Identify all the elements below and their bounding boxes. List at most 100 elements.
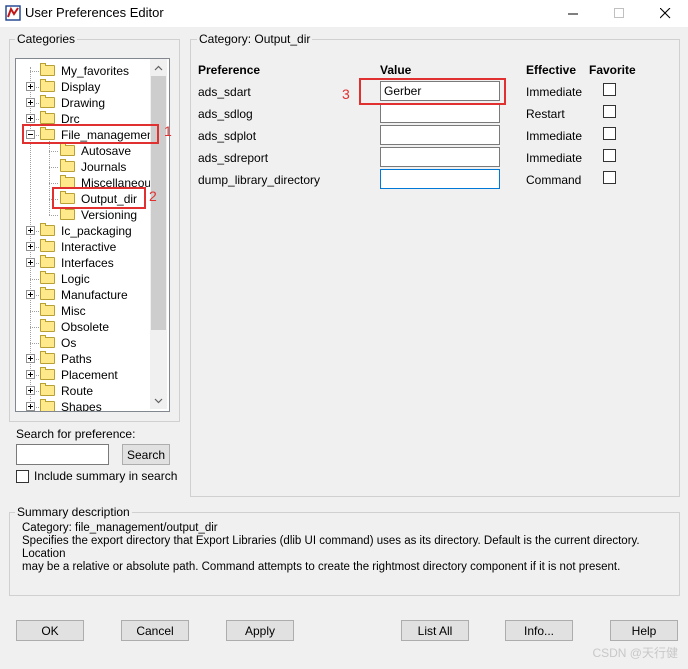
tree-item-label: Display [61,80,101,94]
effective-value: Command [526,173,582,187]
expand-icon[interactable] [26,354,35,363]
favorite-header: Favorite [589,63,636,77]
preference-name: ads_sdlog [198,107,253,121]
tree-item[interactable]: My_favorites [16,63,166,79]
include-summary-checkbox[interactable] [16,470,29,483]
folder-icon [40,287,55,300]
folder-icon [40,255,55,268]
preference-value-input[interactable] [380,169,500,189]
favorite-checkbox[interactable] [603,171,616,184]
expand-icon[interactable] [26,114,35,123]
close-icon [659,8,670,19]
tree-connector [49,167,58,168]
tree-item[interactable]: Interactive [16,239,166,255]
tree-connector [30,311,39,312]
preference-name: ads_sdart [198,85,251,99]
value-header: Value [380,63,412,77]
ok-button[interactable]: OK [16,620,84,641]
tree-item[interactable]: Shapes [16,399,166,411]
tree-item[interactable]: Logic [16,271,166,287]
favorite-checkbox[interactable] [603,149,616,162]
favorite-checkbox[interactable] [603,83,616,96]
tree-item[interactable]: Placement [16,367,166,383]
summary-line-1: Category: file_management/output_dir [22,522,218,534]
tree-item[interactable]: Os [16,335,166,351]
tree-connector [49,183,58,184]
watermark: CSDN @天行健 [592,646,678,660]
tree-item[interactable]: Ic_packaging [16,223,166,239]
expand-icon[interactable] [26,386,35,395]
preference-header: Preference [198,63,261,77]
tree-item[interactable]: Display [16,79,166,95]
expand-icon[interactable] [26,82,35,91]
tree-item[interactable]: Obsolete [16,319,166,335]
include-summary-label: Include summary in search [34,469,178,483]
tree-item[interactable]: Journals [16,159,166,175]
folder-icon [60,143,75,156]
search-label: Search for preference: [16,427,136,441]
favorite-checkbox[interactable] [603,105,616,118]
scroll-down-button[interactable] [150,392,167,409]
summary-line-3: may be a relative or absolute path. Comm… [22,561,621,573]
apply-button[interactable]: Apply [226,620,294,641]
folder-icon [40,239,55,252]
folder-icon [40,367,55,380]
close-button[interactable] [642,0,688,27]
expand-icon[interactable] [26,402,35,411]
expand-icon[interactable] [26,290,35,299]
tree-item[interactable]: Interfaces [16,255,166,271]
expand-icon[interactable] [26,370,35,379]
tree-item[interactable]: Misc [16,303,166,319]
tree-item[interactable]: Route [16,383,166,399]
help-button[interactable]: Help [610,620,678,641]
summary-description: Category: file_management/output_dir Spe… [22,522,642,574]
info-button[interactable]: Info... [505,620,573,641]
expand-icon[interactable] [26,98,35,107]
tree-connector [49,215,58,216]
folder-icon [60,207,75,220]
annotation-number-1: 1 [164,123,172,139]
chevron-up-icon [154,65,163,70]
expand-icon[interactable] [26,258,35,267]
expand-icon[interactable] [26,242,35,251]
tree-item[interactable]: Autosave [16,143,166,159]
preference-name: ads_sdplot [198,129,257,143]
tree-item-label: Journals [81,160,127,174]
search-button[interactable]: Search [122,444,170,465]
tree-item-label: Route [61,384,94,398]
preference-value-input[interactable] [380,125,500,145]
annotation-box-3 [359,78,506,105]
folder-icon [60,159,75,172]
tree-item[interactable]: Versioning [16,207,166,223]
preference-value-input[interactable] [380,103,500,123]
tree-item[interactable]: Paths [16,351,166,367]
cancel-button[interactable]: Cancel [121,620,189,641]
effective-value: Immediate [526,85,583,99]
tree-item-label: Interactive [61,240,117,254]
folder-icon [40,79,55,92]
effective-value: Immediate [526,151,583,165]
tree-item-label: Versioning [81,208,138,222]
search-input[interactable] [16,444,109,465]
annotation-box-1 [22,124,159,144]
annotation-number-3: 3 [342,86,350,102]
tree-item-label: Drawing [61,96,106,110]
maximize-button[interactable] [596,0,642,27]
minimize-button[interactable] [550,0,596,27]
preference-name: ads_sdreport [198,151,269,165]
category-tree[interactable]: My_favorites Display Drawing Drc File_manage… [15,58,170,412]
folder-icon [40,303,55,316]
preference-value-input[interactable] [380,147,500,167]
list-all-button[interactable]: List All [401,620,469,641]
tree-item-label: Placement [61,368,118,382]
favorite-checkbox[interactable] [603,127,616,140]
window-title: User Preferences Editor [25,5,164,20]
maximize-icon [613,8,624,18]
expand-icon[interactable] [26,226,35,235]
annotation-number-2: 2 [149,188,157,204]
tree-item-label: Obsolete [61,320,110,334]
tree-item[interactable]: Manufacture [16,287,166,303]
tree-item[interactable]: Drawing [16,95,166,111]
tree-item-label: Autosave [81,144,132,158]
scroll-up-button[interactable] [150,59,167,76]
